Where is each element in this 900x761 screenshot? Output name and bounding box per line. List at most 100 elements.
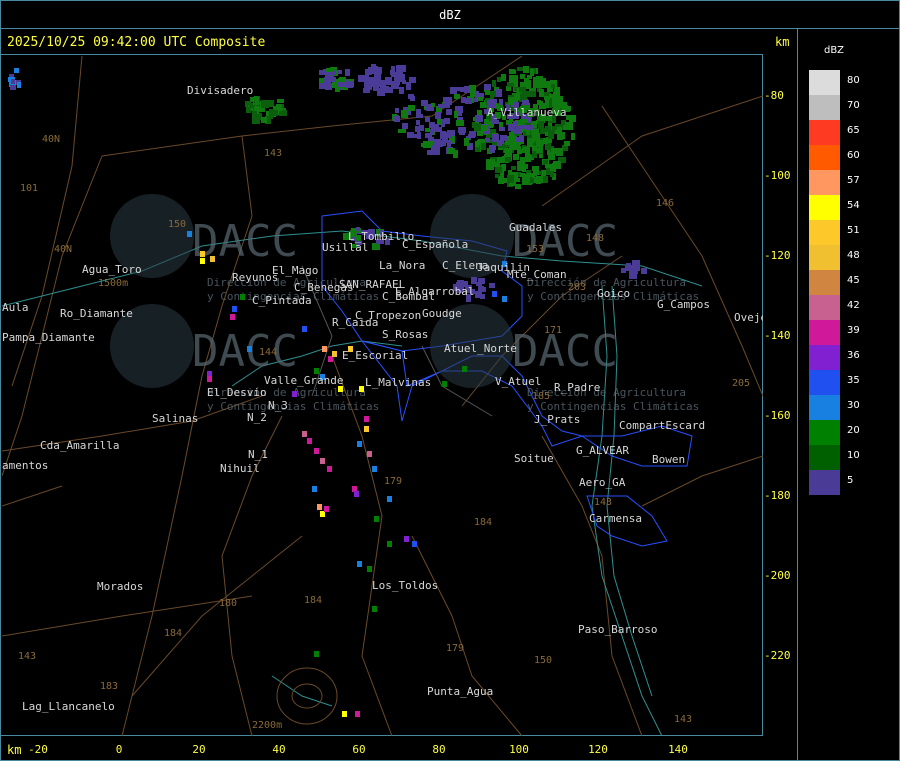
legend-swatch-80 (809, 70, 840, 95)
place-label: C_Tropezon (355, 309, 421, 322)
radar-echo (399, 87, 404, 94)
radar-echo (522, 147, 529, 153)
x-unit-label: km (7, 743, 22, 757)
convective-cell (200, 258, 205, 264)
radar-echo (492, 80, 496, 87)
radar-echo (409, 77, 416, 83)
title-bar: dBZ (0, 0, 900, 29)
radar-echo (416, 120, 420, 125)
place-label: N_3 (268, 399, 288, 412)
radar-echo (556, 148, 563, 156)
route-number: 203 (568, 282, 586, 293)
convective-cell (372, 466, 377, 472)
radar-echo (429, 122, 435, 128)
radar-echo (456, 120, 464, 126)
radar-echo (519, 135, 524, 140)
legend-separator (797, 28, 798, 761)
radar-echo (421, 143, 428, 147)
route-number: 153 (526, 244, 544, 255)
place-label: Pampa_Diamante (2, 331, 95, 344)
radar-echo (346, 81, 353, 88)
radar-echo (536, 148, 542, 153)
legend-swatch-65 (809, 120, 840, 145)
radar-echo (532, 166, 539, 171)
radar-echo (530, 91, 536, 97)
radar-echo (496, 89, 502, 97)
radar-echo (469, 85, 476, 92)
radar-echo (495, 174, 499, 178)
place-label: Salinas (152, 412, 198, 425)
place-label: C_Española (402, 238, 468, 251)
radar-echo (476, 123, 481, 131)
place-label: G_Campos (657, 298, 710, 311)
y-tick-label: -180 (764, 489, 791, 502)
convective-cell (332, 351, 337, 357)
radar-echo (431, 103, 435, 107)
radar-echo (566, 115, 574, 120)
radar-map-panel[interactable]: DACC Dirección de Agricultura y Contingenc… (0, 54, 763, 736)
radar-echo (428, 137, 434, 141)
radar-echo (398, 129, 406, 133)
radar-echo (497, 77, 501, 82)
place-label: Atuel_Norte (444, 342, 517, 355)
radar-echo (499, 99, 503, 105)
radar-echo (11, 79, 15, 84)
legend-label-54: 54 (847, 200, 860, 211)
radar-echo (432, 145, 440, 150)
legend-swatch-5 (809, 470, 840, 495)
place-label: A_Villanueva (487, 106, 566, 119)
legend-label-30: 30 (847, 400, 860, 411)
radar-echo (402, 123, 408, 129)
radar-echo (324, 77, 331, 84)
radar-echo (427, 150, 432, 154)
radar-echo (475, 91, 479, 98)
route-number: 40N (42, 134, 60, 145)
legend-label-51: 51 (847, 225, 860, 236)
radar-echo (481, 125, 488, 131)
radar-echo (395, 108, 399, 113)
radar-echo (513, 178, 520, 182)
place-label: Morados (97, 580, 143, 593)
radar-echo (447, 130, 455, 136)
convective-cell (367, 451, 372, 457)
radar-echo (504, 148, 512, 153)
radar-echo (641, 268, 647, 274)
place-label: Cda_Amarilla (40, 439, 119, 452)
timestamp-label: 2025/10/25 09:42:00 UTC Composite (7, 35, 266, 50)
radar-echo (558, 135, 564, 139)
radar-echo (371, 64, 376, 70)
convective-cell (364, 416, 369, 422)
radar-echo (545, 126, 551, 132)
legend-swatch-57 (809, 170, 840, 195)
radar-echo (533, 80, 540, 88)
place-label: Divisadero (187, 84, 253, 97)
radar-echo (425, 117, 430, 122)
radar-echo (548, 132, 554, 139)
radar-echo (345, 69, 350, 76)
place-label: G_ALVEAR (576, 444, 629, 457)
place-label: C_Bombal (382, 290, 435, 303)
x-tick-label: 100 (509, 743, 529, 756)
convective-cell (357, 561, 362, 567)
convective-cell (462, 366, 467, 372)
radar-echo (394, 116, 400, 122)
radar-echo (516, 126, 521, 133)
route-number: 185 (532, 391, 550, 402)
legend-swatch-36 (809, 345, 840, 370)
radar-echo (475, 291, 482, 298)
place-label: Guadales (509, 221, 562, 234)
radar-echo (338, 82, 345, 87)
y-tick-label: -140 (764, 329, 791, 342)
legend-swatch-54 (809, 195, 840, 220)
radar-echo (358, 75, 365, 82)
radar-echo (489, 147, 495, 153)
radar-echo (511, 166, 516, 170)
radar-echo (543, 176, 548, 183)
radar-echo (440, 131, 446, 139)
radar-echo (520, 157, 525, 165)
radar-echo (492, 134, 499, 142)
x-tick-label: 140 (668, 743, 688, 756)
place-label: Aero_GA (579, 476, 626, 489)
place-label: Los_Toldos (372, 579, 438, 592)
route-number: 143 (18, 651, 36, 662)
